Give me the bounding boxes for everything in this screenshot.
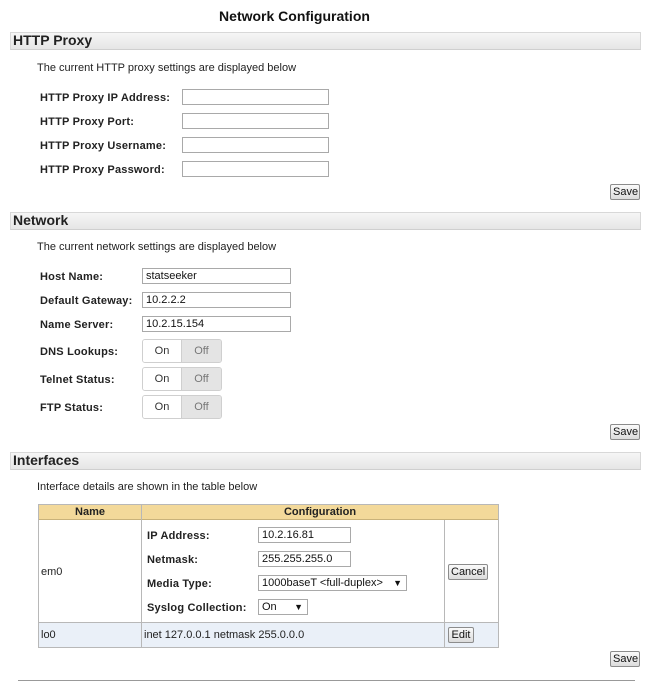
dns-lookups-label: DNS Lookups: xyxy=(40,346,119,358)
default-gateway-input[interactable]: 10.2.2.2 xyxy=(142,292,291,308)
network-section-header: Network xyxy=(10,212,641,230)
interfaces-header-text: Interfaces xyxy=(13,452,80,468)
page-title: Network Configuration xyxy=(219,8,370,24)
syslog-collection-label: Syslog Collection: xyxy=(147,602,247,614)
netmask-input[interactable]: 255.255.255.0 xyxy=(258,551,351,567)
proxy-password-label: HTTP Proxy Password: xyxy=(40,164,165,176)
row-divider xyxy=(39,622,498,623)
http-proxy-header-text: HTTP Proxy xyxy=(13,32,93,48)
proxy-ip-input[interactable] xyxy=(182,89,329,105)
interfaces-save-button[interactable]: Save xyxy=(610,651,640,667)
column-divider xyxy=(141,505,142,647)
ip-address-label: IP Address: xyxy=(147,530,210,542)
proxy-password-input[interactable] xyxy=(182,161,329,177)
proxy-save-button[interactable]: Save xyxy=(610,184,640,200)
network-note: The current network settings are display… xyxy=(37,241,277,253)
netmask-label: Netmask: xyxy=(147,554,199,566)
footer-divider xyxy=(18,680,635,681)
chevron-down-icon: ▼ xyxy=(393,578,402,588)
syslog-collection-value: On xyxy=(262,601,277,613)
dns-lookups-toggle: On Off xyxy=(142,339,222,363)
column-header-name: Name xyxy=(39,505,141,520)
ftp-status-label: FTP Status: xyxy=(40,402,104,414)
dns-lookups-on-button[interactable]: On xyxy=(143,340,182,362)
interface-name-em0: em0 xyxy=(41,566,63,578)
dns-lookups-off-button[interactable]: Off xyxy=(182,340,221,362)
host-name-input[interactable]: statseeker xyxy=(142,268,291,284)
syslog-collection-select[interactable]: On ▼ xyxy=(258,599,308,615)
chevron-down-icon: ▼ xyxy=(294,602,303,612)
network-header-text: Network xyxy=(13,212,69,228)
interface-config-lo0: inet 127.0.0.1 netmask 255.0.0.0 xyxy=(144,629,305,641)
interfaces-table: Name Configuration em0 IP Address: 10.2.… xyxy=(38,504,499,648)
telnet-status-label: Telnet Status: xyxy=(40,374,115,386)
host-name-label: Host Name: xyxy=(40,271,104,283)
ftp-status-toggle: On Off xyxy=(142,395,222,419)
interfaces-note: Interface details are shown in the table… xyxy=(37,481,258,493)
proxy-username-input[interactable] xyxy=(182,137,329,153)
telnet-status-on-button[interactable]: On xyxy=(143,368,182,390)
proxy-ip-label: HTTP Proxy IP Address: xyxy=(40,92,171,104)
column-header-configuration: Configuration xyxy=(142,505,498,520)
cancel-button[interactable]: Cancel xyxy=(448,564,488,580)
name-server-label: Name Server: xyxy=(40,319,114,331)
http-proxy-note: The current HTTP proxy settings are disp… xyxy=(37,62,297,74)
name-server-input[interactable]: 10.2.15.154 xyxy=(142,316,291,332)
ftp-status-on-button[interactable]: On xyxy=(143,396,182,418)
ftp-status-off-button[interactable]: Off xyxy=(182,396,221,418)
media-type-value: 1000baseT <full-duplex> xyxy=(262,577,383,589)
edit-button[interactable]: Edit xyxy=(448,627,474,643)
network-save-button[interactable]: Save xyxy=(610,424,640,440)
telnet-status-off-button[interactable]: Off xyxy=(182,368,221,390)
action-column-divider xyxy=(444,520,445,647)
proxy-port-label: HTTP Proxy Port: xyxy=(40,116,135,128)
interface-name-lo0: lo0 xyxy=(41,629,56,641)
media-type-select[interactable]: 1000baseT <full-duplex> ▼ xyxy=(258,575,407,591)
default-gateway-label: Default Gateway: xyxy=(40,295,133,307)
media-type-label: Media Type: xyxy=(147,578,212,590)
proxy-port-input[interactable] xyxy=(182,113,329,129)
telnet-status-toggle: On Off xyxy=(142,367,222,391)
ip-address-input[interactable]: 10.2.16.81 xyxy=(258,527,351,543)
http-proxy-section-header: HTTP Proxy xyxy=(10,32,641,50)
proxy-username-label: HTTP Proxy Username: xyxy=(40,140,167,152)
interfaces-section-header: Interfaces xyxy=(10,452,641,470)
